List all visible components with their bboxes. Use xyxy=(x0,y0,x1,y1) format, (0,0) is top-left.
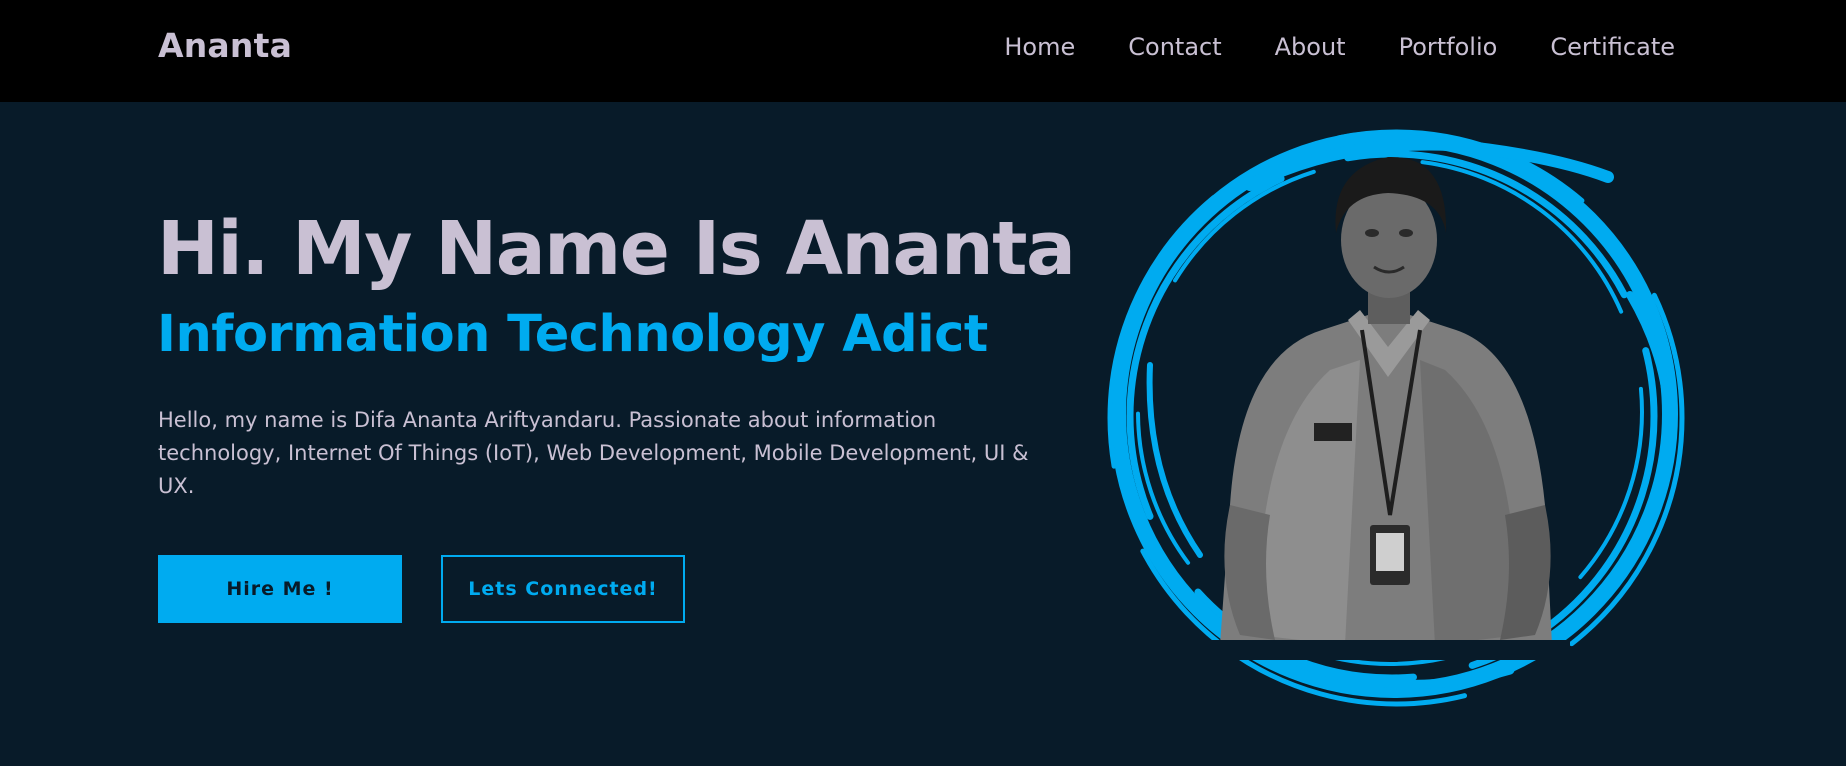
hero-description: Hello, my name is Difa Ananta Ariftyanda… xyxy=(158,408,1029,498)
nav-link-contact[interactable]: Contact xyxy=(1128,33,1221,61)
nav-link-certificate[interactable]: Certificate xyxy=(1550,33,1675,61)
hire-me-button[interactable]: Hire Me ! xyxy=(158,555,402,623)
lets-connected-button[interactable]: Lets Connected! xyxy=(441,555,685,623)
nav-link-home[interactable]: Home xyxy=(1004,33,1075,61)
profile-photo-frame xyxy=(1090,115,1690,715)
profile-photo xyxy=(1210,156,1570,660)
logo[interactable]: Ananta xyxy=(158,26,292,65)
hero-title: Hi. My Name Is Ananta xyxy=(157,206,1076,292)
hero-subtitle: Information Technology Adict xyxy=(157,305,988,364)
navbar: Ananta Home Contact About Portfolio Cert… xyxy=(0,0,1846,102)
nav-link-portfolio[interactable]: Portfolio xyxy=(1399,33,1498,61)
brush-ring-graphic xyxy=(1107,129,1685,707)
nav-link-about[interactable]: About xyxy=(1275,33,1346,61)
nav-menu: Home Contact About Portfolio Certificate xyxy=(1004,33,1675,61)
